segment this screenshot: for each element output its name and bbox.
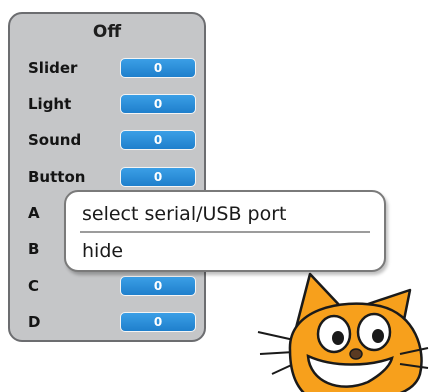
- sensor-label: B: [28, 240, 40, 258]
- sensor-value: 0: [120, 276, 196, 296]
- sensor-label: Sound: [28, 131, 82, 149]
- menu-separator: [80, 231, 370, 233]
- sensor-value: 0: [120, 312, 196, 332]
- sensor-value: 0: [120, 167, 196, 187]
- context-menu: select serial/USB port hide: [64, 190, 386, 272]
- sensor-board-monitor[interactable]: Off Slider 0 Light 0 Sound 0 Button 0 A …: [8, 12, 206, 342]
- sensor-label: Light: [28, 95, 72, 113]
- menu-item-hide[interactable]: hide: [82, 236, 370, 266]
- sensor-board-title: Off: [92, 22, 122, 42]
- sensor-row-sound: Sound 0: [10, 128, 204, 154]
- sensor-row-slider: Slider 0: [10, 56, 204, 82]
- sensor-value: 0: [120, 130, 196, 150]
- sensor-label: C: [28, 277, 40, 295]
- sensor-value: 0: [120, 58, 196, 78]
- sensor-row-light: Light 0: [10, 92, 204, 118]
- sensor-row-c: C 0: [10, 274, 204, 300]
- sensor-row-d: D 0: [10, 310, 204, 336]
- sensor-row-button: Button 0: [10, 165, 204, 191]
- sensor-value: 0: [120, 94, 196, 114]
- scratch-cat-icon[interactable]: [250, 270, 430, 392]
- sensor-label: Button: [28, 168, 86, 186]
- menu-item-select-serial-port[interactable]: select serial/USB port: [82, 199, 370, 229]
- sensor-label: Slider: [28, 59, 78, 77]
- sensor-label: D: [28, 313, 41, 331]
- sensor-label: A: [28, 204, 40, 222]
